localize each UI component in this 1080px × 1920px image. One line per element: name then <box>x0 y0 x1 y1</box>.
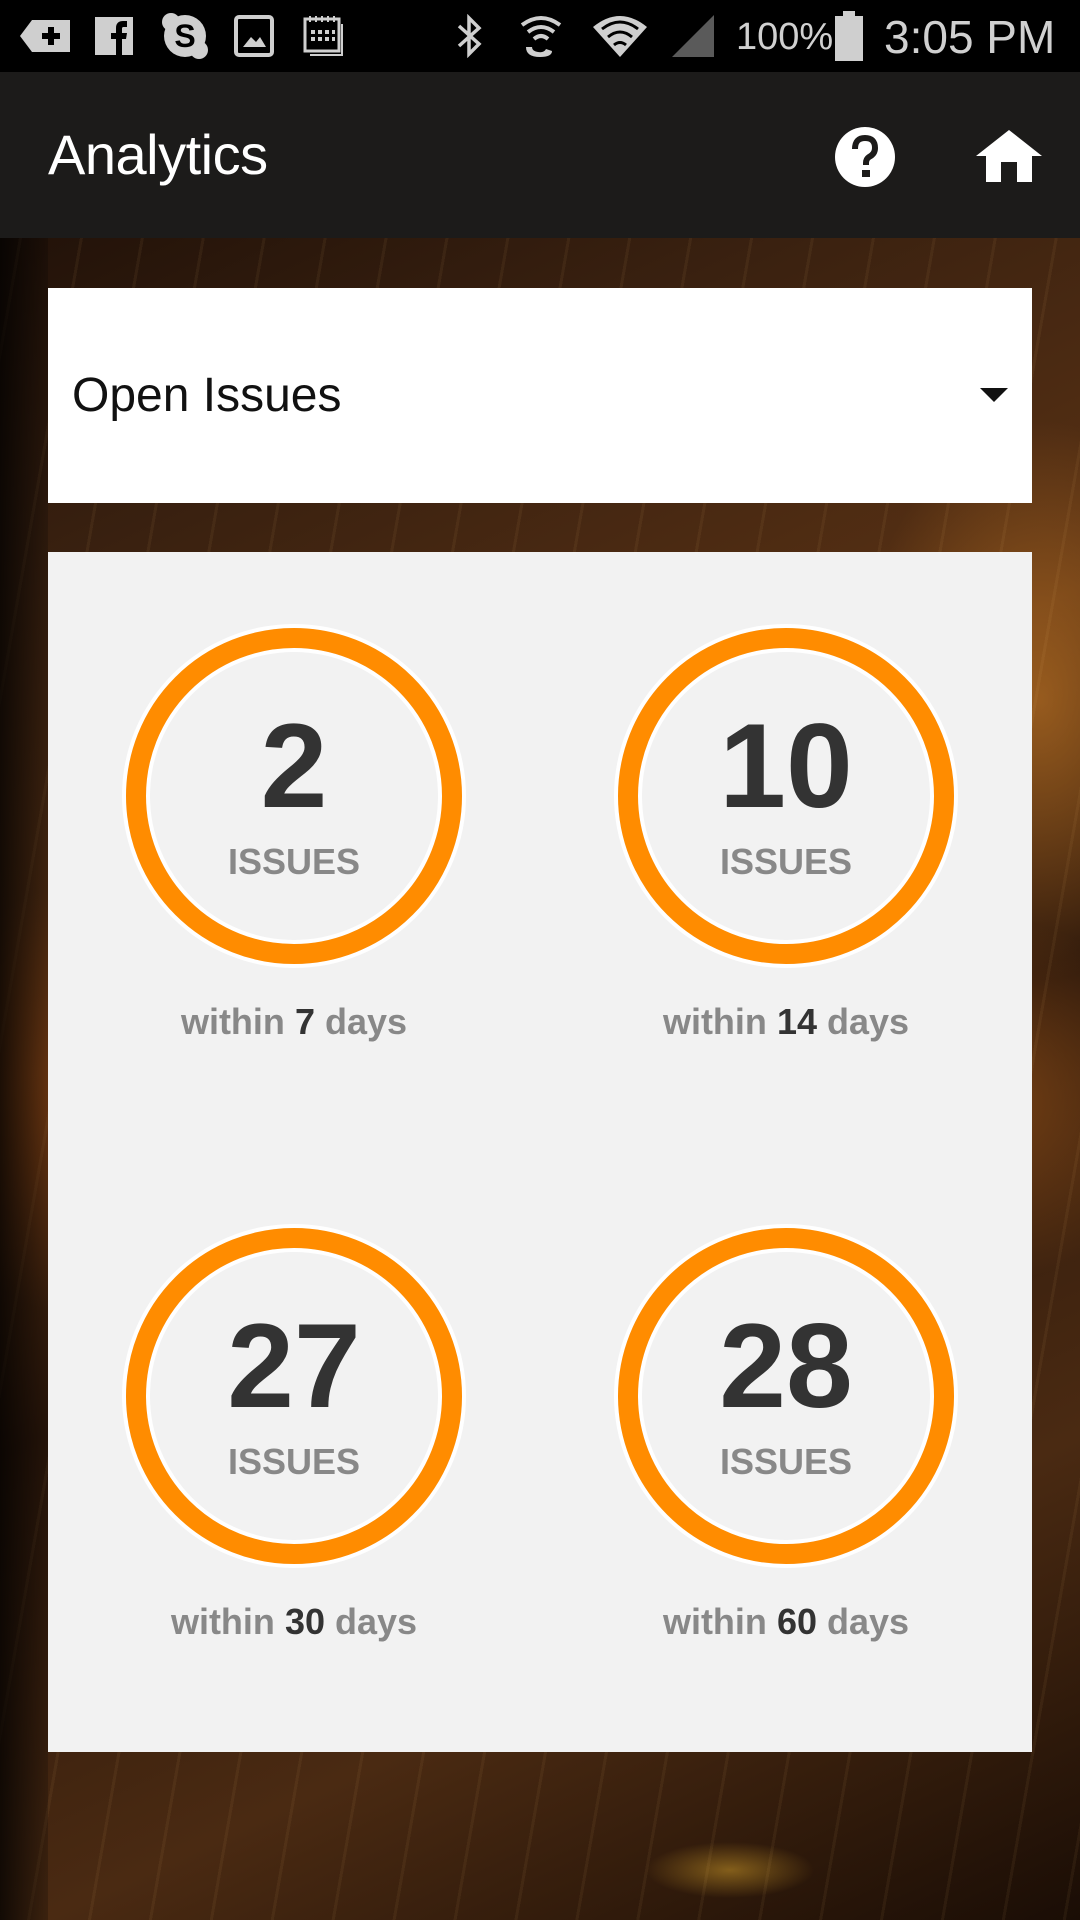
period-caption: within 14 days <box>576 1002 996 1042</box>
home-icon <box>976 130 1042 182</box>
app-bar: Analytics <box>0 72 1080 238</box>
caption-prefix: within <box>662 1001 767 1042</box>
clock: 3:05 PM <box>884 11 1056 63</box>
caption-days: 14 <box>776 1001 817 1042</box>
status-bar: S 100% 3:05 PM <box>0 0 1080 72</box>
issue-count: 27 <box>227 1299 361 1433</box>
caption-prefix: within <box>662 1601 767 1642</box>
svg-text:S: S <box>174 18 195 54</box>
period-caption: within 7 days <box>84 1002 504 1042</box>
stat-card-7-days: 2 ISSUES within 7 days <box>84 628 504 1088</box>
caption-days: 60 <box>776 1601 817 1642</box>
issue-count: 10 <box>719 699 853 833</box>
calendar-icon <box>300 12 348 60</box>
issue-count: 28 <box>719 1299 853 1433</box>
bluetooth-icon <box>450 12 490 60</box>
stat-card-60-days: 28 ISSUES within 60 days <box>576 1228 996 1688</box>
caption-suffix: days <box>335 1601 418 1642</box>
issue-unit-label: ISSUES <box>227 1441 361 1482</box>
issue-count: 2 <box>260 699 328 833</box>
wifi-icon <box>592 12 648 60</box>
dropdown-arrow-icon <box>980 388 1008 402</box>
cell-signal-icon <box>668 12 718 60</box>
caption-prefix: within <box>180 1001 285 1042</box>
help-circle-icon <box>835 127 895 187</box>
stat-card-30-days: 27 ISSUES within 30 days <box>84 1228 504 1688</box>
help-button[interactable] <box>833 125 897 189</box>
wifi-calling-icon <box>516 12 566 60</box>
issue-unit-label: ISSUES <box>719 841 853 882</box>
issue-unit-label: ISSUES <box>719 1441 853 1482</box>
page-title: Analytics <box>48 123 268 186</box>
stats-panel: 2 ISSUES within 7 days 10 ISSUES within … <box>48 552 1032 1752</box>
period-caption: within 30 days <box>84 1602 504 1642</box>
caption-suffix: days <box>324 1001 408 1042</box>
battery-percent: 100% <box>736 16 834 58</box>
gallery-icon <box>234 12 274 60</box>
skype-icon: S <box>160 12 210 60</box>
add-tag-icon <box>18 12 74 60</box>
caption-suffix: days <box>827 1001 910 1042</box>
issue-type-dropdown[interactable]: Open Issues <box>48 288 1032 503</box>
period-caption: within 60 days <box>576 1602 996 1642</box>
caption-days: 7 <box>294 1001 315 1042</box>
caption-prefix: within <box>170 1601 275 1642</box>
background-shade <box>0 238 48 1920</box>
facebook-icon <box>94 12 134 60</box>
caption-suffix: days <box>827 1601 910 1642</box>
battery-icon <box>834 11 864 61</box>
caption-days: 30 <box>284 1601 325 1642</box>
home-button[interactable] <box>974 126 1044 188</box>
issue-unit-label: ISSUES <box>227 841 361 882</box>
dropdown-selected-value: Open Issues <box>72 369 342 422</box>
stat-card-14-days: 10 ISSUES within 14 days <box>576 628 996 1088</box>
